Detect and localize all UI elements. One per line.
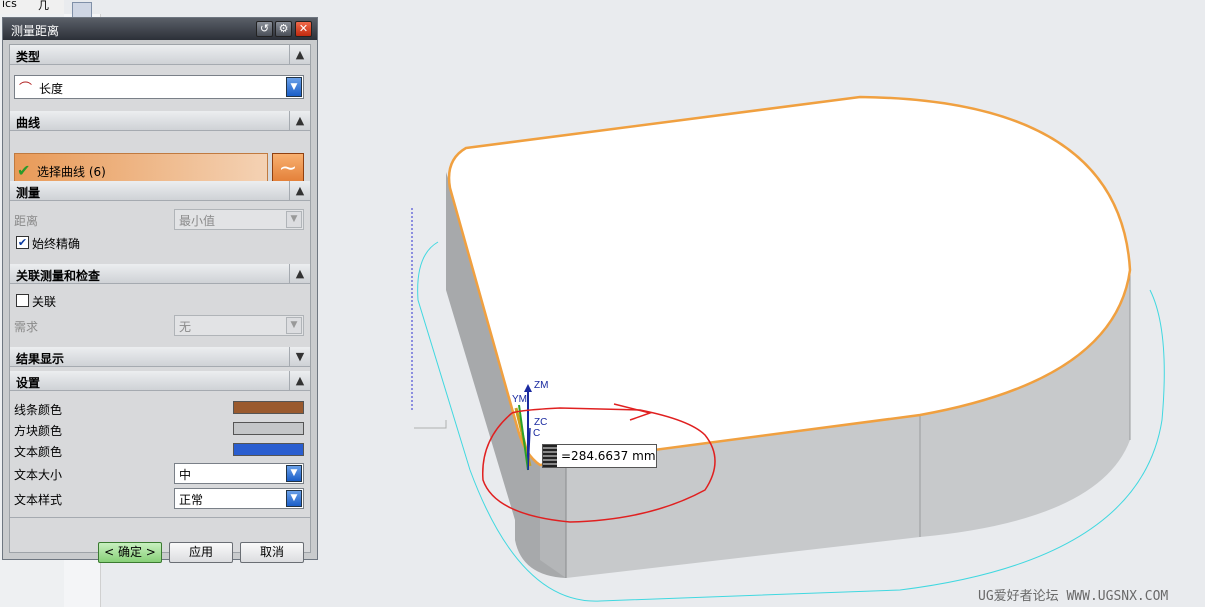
text-size-value: 中: [179, 468, 192, 482]
chevron-up-icon[interactable]: ▲: [289, 371, 310, 390]
chevron-down-icon: ▼: [286, 211, 302, 228]
section-curve-label: 曲线: [16, 116, 41, 130]
type-select[interactable]: ⌒ 长度 ▼: [14, 75, 304, 99]
section-curve-header[interactable]: 曲线 ▲: [10, 111, 310, 131]
associative-checkbox[interactable]: [16, 294, 29, 307]
chevron-down-icon[interactable]: ▼: [286, 490, 302, 507]
dialog-body: 类型 ▲ ⌒ 长度 ▼ 曲线 ▲ ✔ 选择曲线 (6) ∼ 测量 ▲ 距离 最小…: [9, 44, 311, 563]
line-color-swatch[interactable]: [233, 401, 304, 414]
chevron-up-icon[interactable]: ▲: [289, 264, 310, 283]
text-style-value: 正常: [179, 493, 204, 507]
requirement-select: 无 ▼: [174, 315, 304, 336]
always-precise-checkbox[interactable]: ✔: [16, 236, 29, 249]
requirement-select-value: 无: [179, 320, 192, 334]
text-color-swatch[interactable]: [233, 443, 304, 456]
section-measure-header[interactable]: 测量 ▲: [10, 181, 310, 201]
axis-label-yc: C: [533, 428, 541, 439]
cancel-button[interactable]: 取消: [240, 542, 304, 563]
axis-label-zc: ZC: [534, 417, 548, 428]
chevron-down-icon[interactable]: ▼: [286, 465, 302, 482]
text-size-label: 文本大小: [14, 468, 63, 482]
measure-distance-dialog[interactable]: 测量距离 ↺ ⚙ ✕ 类型 ▲ ⌒ 长度 ▼ 曲线 ▲ ✔ 选择曲线 (6) ∼…: [2, 17, 318, 563]
reset-icon[interactable]: ↺: [256, 21, 273, 37]
checkmark-icon: ✔: [17, 161, 31, 180]
text-color-label: 文本颜色: [14, 445, 63, 459]
axis-label-zm: ZM: [534, 380, 549, 391]
watermark: UG爱好者论坛 WWW.UGSNX.COM: [978, 589, 1169, 604]
dialog-titlebar[interactable]: 测量距离 ↺ ⚙ ✕: [3, 18, 317, 40]
chevron-down-icon[interactable]: ▼: [289, 347, 310, 366]
sketch-line: [414, 420, 447, 429]
chevron-down-icon[interactable]: ▼: [286, 77, 302, 97]
distance-select: 最小值 ▼: [174, 209, 304, 230]
section-assoc-header[interactable]: 关联测量和检查 ▲: [10, 264, 310, 284]
section-result-header[interactable]: 结果显示 ▼: [10, 347, 310, 367]
always-precise-label: 始终精确: [32, 237, 81, 251]
select-curve-label: 选择曲线 (6): [37, 165, 106, 179]
axis-label-ym: YM: [512, 394, 527, 405]
chevron-down-icon: ▼: [286, 317, 302, 334]
section-settings-header[interactable]: 设置 ▲: [10, 371, 310, 391]
block-color-label: 方块颜色: [14, 424, 63, 438]
text-style-label: 文本样式: [14, 493, 63, 507]
section-type-header[interactable]: 类型 ▲: [10, 45, 310, 65]
text-size-select[interactable]: 中 ▼: [174, 463, 304, 484]
drag-handle-icon[interactable]: [543, 445, 557, 467]
length-icon: ⌒: [19, 82, 33, 97]
apply-button[interactable]: 应用: [169, 542, 233, 563]
distance-label: 距离: [14, 214, 39, 228]
section-type-label: 类型: [16, 50, 41, 64]
text-style-select[interactable]: 正常 ▼: [174, 488, 304, 509]
section-measure-label: 测量: [16, 186, 41, 200]
associative-label: 关联: [32, 295, 57, 309]
chevron-up-icon[interactable]: ▲: [289, 111, 310, 130]
section-result-label: 结果显示: [16, 352, 65, 366]
divider: [10, 517, 310, 518]
measurement-value: =284.6637 mm: [561, 449, 656, 463]
ok-button[interactable]: < 确定 >: [98, 542, 162, 563]
type-select-value: 长度: [39, 82, 64, 96]
dialog-title: 测量距离: [11, 24, 60, 38]
section-settings-label: 设置: [16, 376, 41, 390]
chevron-up-icon[interactable]: ▲: [289, 45, 310, 64]
measurement-readout[interactable]: =284.6637 mm: [542, 444, 657, 468]
gear-icon[interactable]: ⚙: [275, 21, 292, 37]
block-color-swatch[interactable]: [233, 422, 304, 435]
distance-select-value: 最小值: [179, 214, 216, 228]
line-color-label: 线条颜色: [14, 403, 63, 417]
section-assoc-label: 关联测量和检查: [16, 269, 101, 283]
chevron-up-icon[interactable]: ▲: [289, 181, 310, 200]
requirement-label: 需求: [14, 320, 39, 334]
close-icon[interactable]: ✕: [295, 21, 312, 37]
